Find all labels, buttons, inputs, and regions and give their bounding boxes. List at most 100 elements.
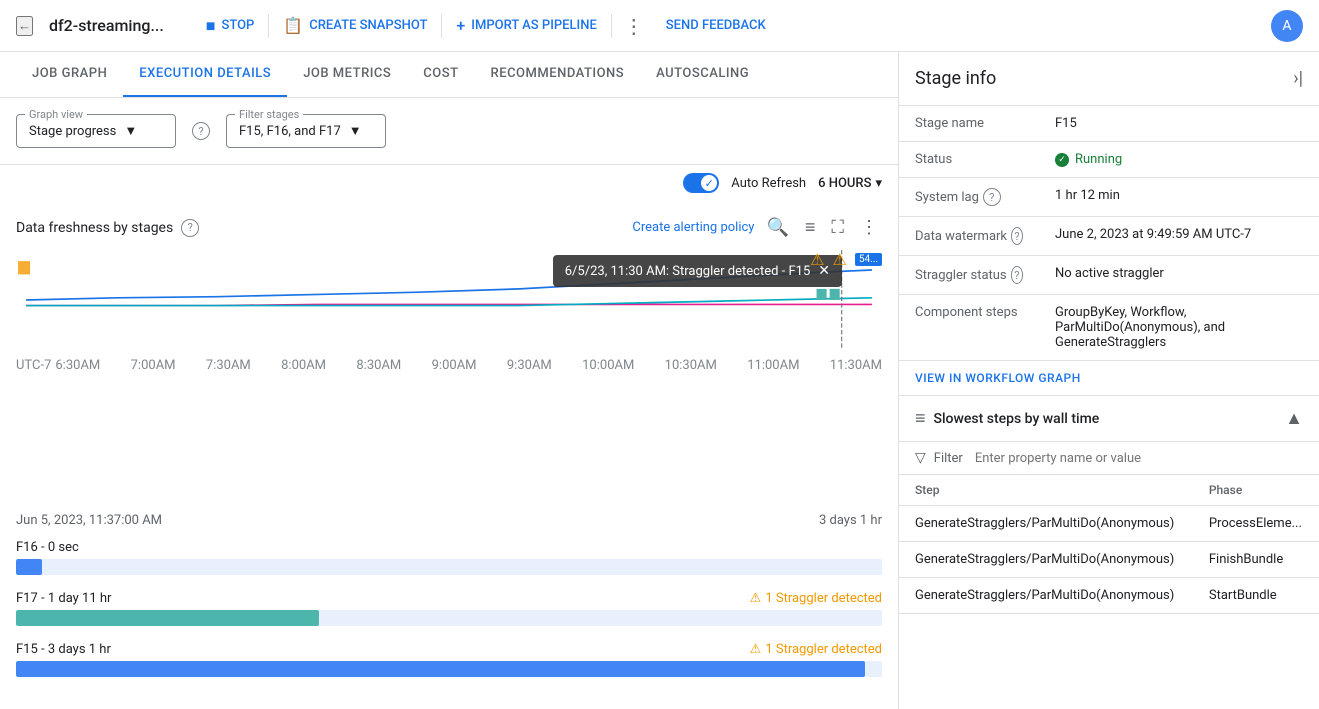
legend-chart-button[interactable]: ≡: [801, 213, 820, 242]
info-row-status: Status ✓ Running: [899, 142, 1319, 178]
filter-icon-slowest: ≡: [915, 408, 926, 429]
graph-view-help-icon[interactable]: ?: [192, 122, 210, 140]
graph-view-control[interactable]: Graph view Stage progress ▼: [16, 114, 176, 148]
expand-chart-button[interactable]: ⛶: [827, 213, 848, 242]
view-workflow-link[interactable]: VIEW IN WORKFLOW GRAPH: [899, 361, 1319, 395]
stage-straggler-f15: ⚠ 1 Straggler detected: [750, 642, 882, 657]
stage-name-f16: F16 - 0 sec: [16, 540, 882, 555]
topbar: ← df2-streaming... ■ STOP 📋 CREATE SNAPS…: [0, 0, 1319, 52]
import-button[interactable]: + IMPORT AS PIPELINE: [446, 10, 606, 41]
filter-input[interactable]: [975, 451, 1303, 466]
x-label-8: 10:30AM: [665, 358, 717, 373]
more-chart-button[interactable]: ⋮: [856, 213, 882, 242]
graph-controls: Graph view Stage progress ▼ ? Filter sta…: [0, 98, 898, 165]
stop-icon: ■: [206, 16, 216, 36]
search-chart-button[interactable]: 🔍: [762, 213, 792, 242]
x-label-9: 11:00AM: [747, 358, 799, 373]
chart-actions: Create alerting policy 🔍 ≡ ⛶ ⋮: [632, 213, 882, 242]
avatar[interactable]: A: [1271, 10, 1303, 42]
stop-button[interactable]: ■ STOP: [196, 10, 265, 42]
tab-cost[interactable]: COST: [407, 52, 474, 97]
stage-label-f15: F15 - 3 days 1 hr: [16, 642, 111, 657]
time-range-value: 6 HOURS: [818, 176, 871, 191]
info-label-component-steps: Component steps: [899, 295, 1039, 361]
tab-execution-details[interactable]: EXECUTION DETAILS: [123, 52, 287, 97]
collapse-button[interactable]: ▲: [1285, 408, 1303, 429]
col-phase: Phase: [1193, 475, 1319, 506]
status-running: ✓ Running: [1055, 152, 1303, 167]
more-button[interactable]: ⋮: [616, 10, 652, 42]
chart-help-icon[interactable]: ?: [181, 219, 199, 237]
back-icon: ←: [18, 18, 31, 34]
snapshot-button[interactable]: 📋 CREATE SNAPSHOT: [273, 10, 437, 41]
warning-badge-1: ⚠: [810, 250, 824, 269]
filter-label: Filter: [934, 451, 963, 466]
x-label-2: 7:30AM: [206, 358, 251, 373]
phase-cell-3: StartBundle: [1193, 578, 1319, 614]
chevron-down-icon-2: ▼: [349, 123, 362, 139]
back-button[interactable]: ←: [16, 16, 33, 36]
panel-header: Stage info ›|: [899, 52, 1319, 106]
chevron-down-icon: ▼: [124, 123, 137, 139]
stage-label-f17: F17 - 1 day 11 hr: [16, 591, 111, 606]
info-label-straggler-status: Straggler status ?: [899, 256, 1039, 294]
phase-cell-1: ProcessEleme...: [1193, 506, 1319, 542]
table-row: GenerateStragglers/ParMultiDo(Anonymous)…: [899, 542, 1319, 578]
slowest-steps-title: Slowest steps by wall time: [934, 411, 1100, 427]
tooltip-text: 6/5/23, 11:30 AM: Straggler detected - F…: [565, 264, 811, 279]
feedback-button[interactable]: SEND FEEDBACK: [656, 12, 776, 39]
feedback-label: SEND FEEDBACK: [666, 18, 766, 33]
tab-job-metrics[interactable]: JOB METRICS: [287, 52, 407, 97]
info-label-status: Status: [899, 142, 1039, 178]
filter-row: ▽ Filter: [899, 442, 1319, 475]
job-title: df2-streaming...: [49, 16, 164, 35]
step-cell-3: GenerateStragglers/ParMultiDo(Anonymous): [899, 578, 1193, 614]
stage-bar-container-f16: [16, 559, 882, 575]
stage-date: Jun 5, 2023, 11:37:00 AM: [16, 513, 162, 528]
status-dot: ✓: [1055, 153, 1069, 167]
info-row-straggler-status: Straggler status ? No active straggler: [899, 256, 1319, 295]
stage-info-table: Stage name F15 Status ✓ Running System l…: [899, 106, 1319, 361]
stage-name-f17: F17 - 1 day 11 hr ⚠ 1 Straggler detected: [16, 591, 882, 606]
tab-autoscaling[interactable]: AUTOSCALING: [640, 52, 765, 97]
step-cell-2: GenerateStragglers/ParMultiDo(Anonymous): [899, 542, 1193, 578]
graph-view-label: Graph view: [25, 108, 87, 121]
step-cell-1: GenerateStragglers/ParMultiDo(Anonymous): [899, 506, 1193, 542]
chart-header: Data freshness by stages ? Create alerti…: [16, 201, 882, 250]
x-label-7: 10:00AM: [582, 358, 634, 373]
stage-bar-f15: [16, 661, 865, 677]
tz-label: UTC-7: [16, 358, 51, 373]
stage-duration: 3 days 1 hr: [819, 513, 882, 528]
stage-count-badge: 54...: [855, 253, 882, 266]
filter-icon: ▽: [915, 450, 926, 466]
panel-close-button[interactable]: ›|: [1293, 68, 1303, 89]
time-range-button[interactable]: 6 HOURS ▾: [818, 176, 882, 191]
info-value-stage-name: F15: [1039, 106, 1319, 142]
divider3: [611, 14, 612, 38]
table-row: GenerateStragglers/ParMultiDo(Anonymous)…: [899, 578, 1319, 614]
filter-stages-control[interactable]: Filter stages F15, F16, and F17 ▼: [226, 114, 386, 148]
x-label-10: 11:30AM: [830, 358, 882, 373]
create-alert-link[interactable]: Create alerting policy: [632, 220, 754, 235]
chart-title: Data freshness by stages: [16, 220, 173, 236]
snapshot-label: CREATE SNAPSHOT: [309, 18, 427, 33]
info-label-stage-name: Stage name: [899, 106, 1039, 142]
x-label-3: 8:00AM: [281, 358, 326, 373]
warning-badge-2: ⚠: [833, 250, 847, 269]
tab-recommendations[interactable]: RECOMMENDATIONS: [475, 52, 641, 97]
tab-job-graph[interactable]: JOB GRAPH: [16, 52, 123, 97]
stage-item-f17: F17 - 1 day 11 hr ⚠ 1 Straggler detected: [16, 591, 882, 626]
system-lag-help-icon[interactable]: ?: [983, 188, 1001, 206]
col-step: Step: [899, 475, 1193, 506]
graph-view-select[interactable]: Stage progress ▼: [29, 123, 163, 139]
filter-stages-select[interactable]: F15, F16, and F17 ▼: [239, 123, 373, 139]
stage-list-header: Jun 5, 2023, 11:37:00 AM 3 days 1 hr: [16, 513, 882, 528]
left-panel: JOB GRAPH EXECUTION DETAILS JOB METRICS …: [0, 52, 899, 709]
steps-table: Step Phase GenerateStragglers/ParMultiDo…: [899, 475, 1319, 614]
x-label-1: 7:00AM: [131, 358, 176, 373]
auto-refresh-toggle[interactable]: [683, 173, 719, 193]
straggler-status-help-icon[interactable]: ?: [1011, 266, 1023, 284]
info-value-data-watermark: June 2, 2023 at 9:49:59 AM UTC-7: [1039, 217, 1319, 256]
data-watermark-help-icon[interactable]: ?: [1011, 227, 1023, 245]
stage-bar-f16: [16, 559, 42, 575]
